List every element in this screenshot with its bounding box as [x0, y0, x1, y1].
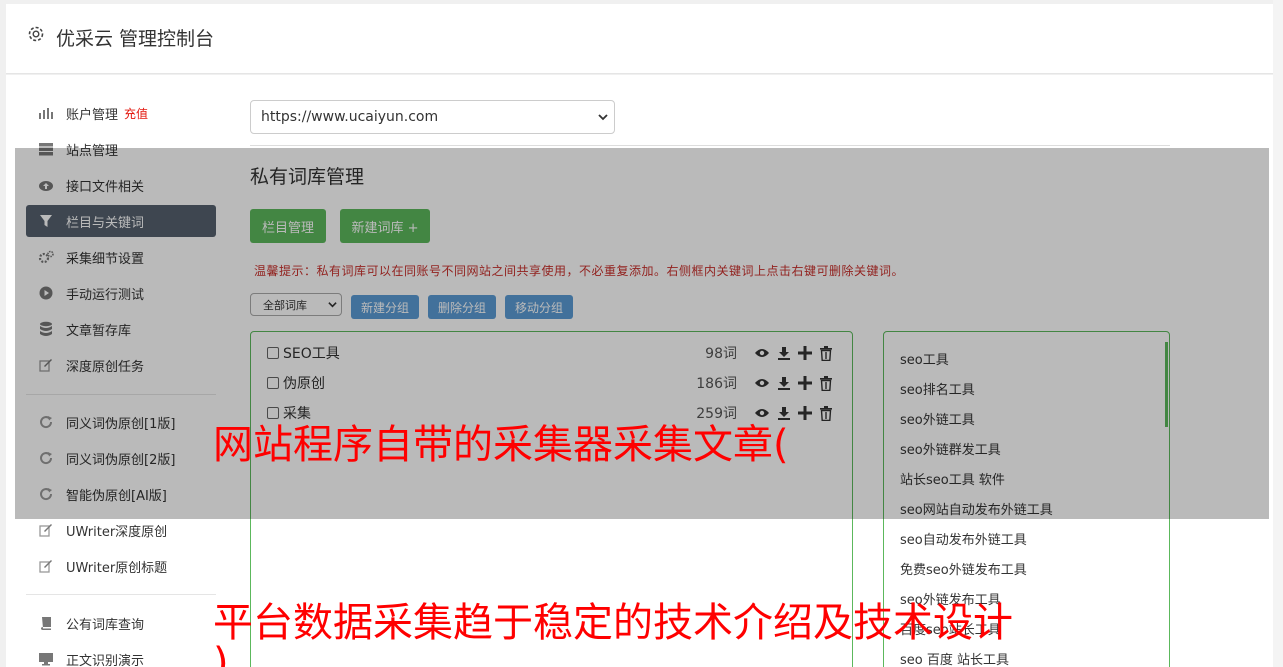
bar-chart-icon [38, 105, 54, 121]
sidebar-item-label: UWriter原创标题 [66, 560, 168, 576]
sidebar-item-text-recognition[interactable]: 正文识别演示 [26, 643, 216, 667]
sidebar-divider [26, 594, 216, 595]
site-select[interactable]: https://www.ucaiyun.com [250, 100, 615, 134]
top-header: 优采云 管理控制台 [6, 4, 1273, 74]
sidebar-item-public-library[interactable]: 公有词库查询 [26, 607, 216, 639]
caption-line-3: ) [213, 640, 229, 667]
app-title: 优采云 管理控制台 [56, 28, 215, 50]
chevron-down-icon [598, 114, 608, 121]
page-scroll-gutter [1273, 0, 1283, 667]
keyword-item[interactable]: seo自动发布外链工具 [900, 529, 1027, 548]
sidebar-item-label: 账户管理 [66, 107, 119, 123]
book-icon [38, 615, 54, 631]
sidebar-item-label: 正文识别演示 [66, 653, 145, 667]
keyword-item[interactable]: 免费seo外链发布工具 [900, 559, 1027, 578]
gear-icon [28, 26, 44, 42]
sidebar-item-label: 公有词库查询 [66, 617, 145, 633]
edit-icon [38, 522, 54, 538]
edit-icon [38, 558, 54, 574]
sidebar-item-label: UWriter深度原创 [66, 524, 168, 540]
sidebar-item-account[interactable]: 账户管理 充值 [26, 97, 216, 129]
keyword-item[interactable]: seo 百度 站长工具 [900, 649, 1009, 667]
caption-line-2: 平台数据采集趋于稳定的技术介绍及技术设计 [213, 600, 1013, 646]
desktop-icon [38, 651, 54, 667]
sidebar-item-uwriter-title[interactable]: UWriter原创标题 [26, 550, 216, 582]
divider [250, 145, 1170, 146]
caption-line-1: 网站程序自带的采集器采集文章( [213, 422, 789, 468]
site-select-value: https://www.ucaiyun.com [261, 109, 439, 125]
recharge-link[interactable]: 充值 [124, 105, 148, 122]
